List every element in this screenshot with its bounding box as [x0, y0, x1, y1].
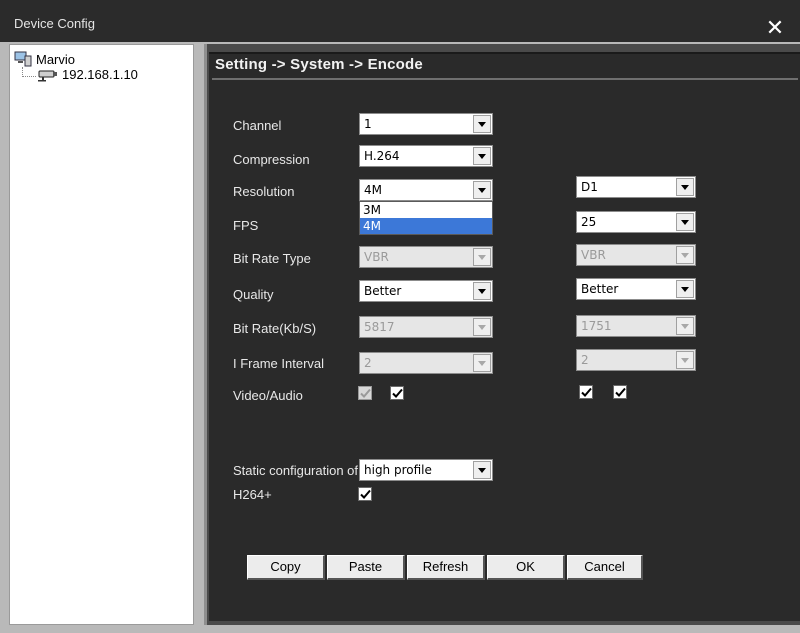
channel-label: Channel	[233, 118, 282, 133]
resolution-main-select[interactable]: 4M	[359, 179, 493, 201]
breadcrumb-divider	[212, 78, 798, 80]
iframe-interval-label: I Frame Interval	[233, 356, 325, 371]
iframe-main-select: 2	[359, 352, 493, 374]
h264plus-label: H264+	[233, 487, 272, 502]
chevron-down-icon[interactable]	[676, 280, 694, 298]
copy-button[interactable]: Copy	[247, 555, 325, 580]
bitrate-type-main-select: VBR	[359, 246, 493, 268]
fps-label: FPS	[233, 218, 259, 233]
channel-select[interactable]: 1	[359, 113, 493, 135]
chevron-down-icon	[473, 318, 491, 336]
iframe-sub-select: 2	[576, 349, 696, 371]
fps-sub-select[interactable]: 25	[576, 211, 696, 233]
camera-icon	[38, 70, 57, 81]
bitrate-sub-select: 1751	[576, 315, 696, 337]
video-main-checkbox	[358, 386, 372, 400]
ok-button[interactable]: OK	[487, 555, 565, 580]
window-title: Device Config	[14, 16, 95, 31]
static-config-label: Static configuration of	[233, 463, 359, 478]
chevron-down-icon[interactable]	[676, 178, 694, 196]
tree-root-marvio[interactable]: Marvio	[14, 51, 75, 67]
chevron-down-icon[interactable]	[676, 213, 694, 231]
checkmark-icon	[392, 388, 403, 398]
bitrate-type-sub-select: VBR	[576, 244, 696, 266]
compression-select[interactable]: H.264	[359, 145, 493, 167]
quality-label: Quality	[233, 287, 274, 302]
checkmark-icon	[581, 387, 592, 397]
video-sub-checkbox[interactable]	[579, 385, 593, 399]
title-bar: Device Config ✕	[0, 0, 800, 42]
tree-connector	[22, 67, 36, 77]
quality-sub-select[interactable]: Better	[576, 278, 696, 300]
bitrate-label: Bit Rate(Kb/S)	[233, 321, 317, 336]
close-icon[interactable]: ✕	[764, 18, 786, 40]
refresh-button[interactable]: Refresh	[407, 555, 485, 580]
chevron-down-icon[interactable]	[473, 282, 491, 300]
tree-device-label: 192.168.1.10	[62, 67, 138, 82]
chevron-down-icon	[676, 351, 694, 369]
chevron-down-icon	[473, 354, 491, 372]
chevron-down-icon	[676, 246, 694, 264]
paste-button[interactable]: Paste	[327, 555, 405, 580]
checkmark-icon	[360, 489, 371, 499]
quality-main-select[interactable]: Better	[359, 280, 493, 302]
chevron-down-icon	[473, 248, 491, 266]
computer-icon	[14, 51, 32, 67]
tree-root-label: Marvio	[36, 51, 76, 67]
chevron-down-icon[interactable]	[473, 147, 491, 165]
resolution-option-4m[interactable]: 4M	[360, 218, 492, 234]
resolution-option-3m[interactable]: 3M	[360, 202, 492, 218]
chevron-down-icon[interactable]	[473, 115, 491, 133]
video-audio-label: Video/Audio	[233, 388, 303, 403]
h264plus-checkbox[interactable]	[358, 487, 372, 501]
chevron-down-icon[interactable]	[473, 181, 491, 199]
cancel-button[interactable]: Cancel	[567, 555, 643, 580]
bitrate-main-select: 5817	[359, 316, 493, 338]
chevron-down-icon	[676, 317, 694, 335]
tree-item-device[interactable]: 192.168.1.10	[36, 67, 138, 82]
audio-main-checkbox[interactable]	[390, 386, 404, 400]
resolution-label: Resolution	[233, 184, 295, 199]
audio-sub-checkbox[interactable]	[613, 385, 627, 399]
static-config-select[interactable]: high profile	[359, 459, 493, 481]
compression-label: Compression	[233, 152, 310, 167]
bitrate-type-label: Bit Rate Type	[233, 251, 311, 266]
resolution-dropdown-list[interactable]: 3M 4M	[359, 201, 493, 235]
checkmark-icon	[360, 388, 371, 398]
resolution-sub-select[interactable]: D1	[576, 176, 696, 198]
checkmark-icon	[615, 387, 626, 397]
encode-panel	[209, 52, 800, 621]
breadcrumb: Setting -> System -> Encode	[215, 56, 423, 73]
device-tree: Marvio 192.168.1.10	[9, 44, 194, 625]
chevron-down-icon[interactable]	[473, 461, 491, 479]
